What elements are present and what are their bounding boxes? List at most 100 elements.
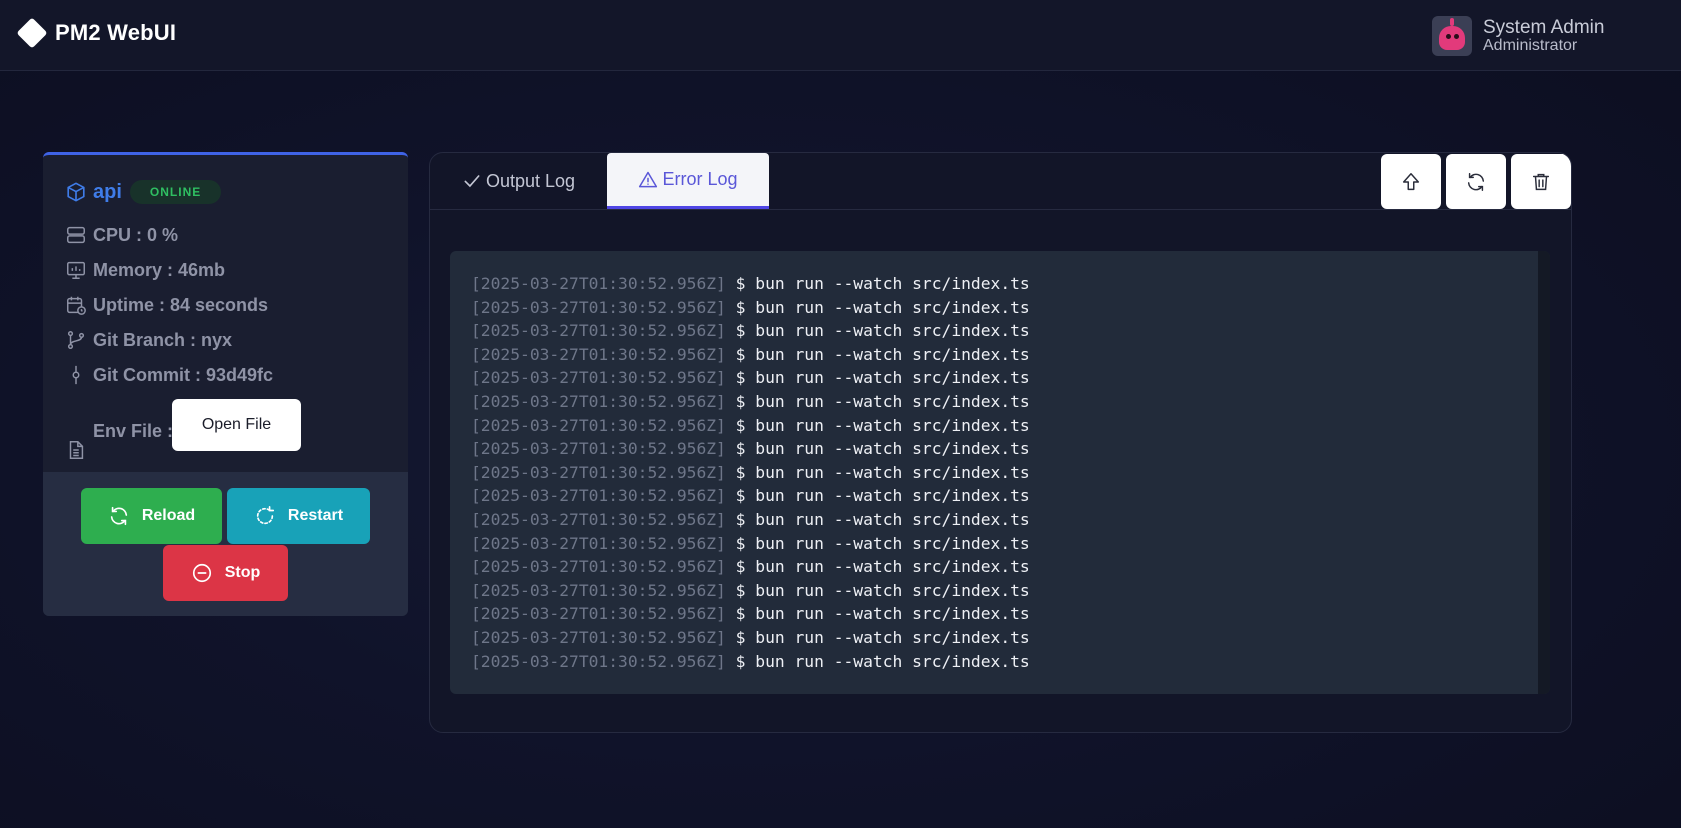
refresh-icon — [1467, 172, 1485, 191]
user-menu[interactable]: System Admin Administrator — [1432, 16, 1604, 56]
scroll-top-button[interactable] — [1381, 154, 1441, 209]
log-timestamp: [2025-03-27T01:30:52.956Z] — [471, 439, 726, 459]
uptime-stat: Uptime : 84 seconds — [65, 294, 268, 316]
user-role: Administrator — [1483, 37, 1578, 54]
log-timestamp: [2025-03-27T01:30:52.956Z] — [471, 627, 726, 647]
logo-icon — [16, 17, 48, 49]
log-command: $ bun run --watch src/index.ts — [735, 627, 1030, 647]
log-scrollbar[interactable] — [1538, 251, 1550, 694]
log-line: [2025-03-27T01:30:52.956Z] $ bun run --w… — [471, 650, 1030, 674]
git-branch-icon — [67, 331, 85, 349]
log-command: $ bun run --watch src/index.ts — [735, 462, 1030, 482]
log-timestamp: [2025-03-27T01:30:52.956Z] — [471, 297, 726, 317]
restart-icon — [256, 506, 274, 525]
log-command: $ bun run --watch src/index.ts — [735, 557, 1030, 577]
log-command: $ bun run --watch src/index.ts — [735, 344, 1030, 364]
clear-logs-button[interactable] — [1511, 154, 1571, 209]
avatar-eye-right — [1454, 34, 1459, 39]
git-branch-label: Git Branch : nyx — [93, 329, 233, 350]
log-command: $ bun run --watch src/index.ts — [735, 368, 1030, 388]
tab-output-label: Output Log — [486, 170, 576, 191]
log-command: $ bun run --watch src/index.ts — [735, 604, 1030, 624]
monitor-icon — [67, 261, 85, 279]
log-timestamp: [2025-03-27T01:30:52.956Z] — [471, 604, 726, 624]
log-command: $ bun run --watch src/index.ts — [735, 580, 1030, 600]
log-timestamp: [2025-03-27T01:30:52.956Z] — [471, 391, 726, 411]
log-timestamp: [2025-03-27T01:30:52.956Z] — [471, 580, 726, 600]
log-line: [2025-03-27T01:30:52.956Z] $ bun run --w… — [471, 555, 1030, 579]
app-title: PM2 WebUI — [55, 20, 177, 45]
cpu-label: CPU : 0 % — [93, 224, 179, 245]
env-file-stat: Env File : — [65, 411, 173, 461]
log-line: [2025-03-27T01:30:52.956Z] $ bun run --w… — [471, 319, 1030, 343]
log-command: $ bun run --watch src/index.ts — [735, 509, 1030, 529]
reload-button[interactable]: Reload — [81, 488, 222, 544]
log-line: [2025-03-27T01:30:52.956Z] $ bun run --w… — [471, 461, 1030, 485]
git-branch-stat: Git Branch : nyx — [65, 329, 232, 351]
cpu-stat: CPU : 0 % — [65, 224, 178, 246]
log-timestamp: [2025-03-27T01:30:52.956Z] — [471, 509, 726, 529]
log-command: $ bun run --watch src/index.ts — [735, 439, 1030, 459]
log-panel: Output Log Error Log [2025-03-27T01:30:5… — [429, 152, 1572, 733]
log-command: $ bun run --watch src/index.ts — [735, 297, 1030, 317]
tab-error-label: Error Log — [662, 169, 738, 189]
log-line: [2025-03-27T01:30:52.956Z] $ bun run --w… — [471, 272, 1030, 296]
stop-button[interactable]: Stop — [163, 545, 288, 601]
log-line: [2025-03-27T01:30:52.956Z] $ bun run --w… — [471, 437, 1030, 461]
log-timestamp: [2025-03-27T01:30:52.956Z] — [471, 462, 726, 482]
log-command: $ bun run --watch src/index.ts — [735, 533, 1030, 553]
log-command: $ bun run --watch src/index.ts — [735, 274, 1030, 293]
status-badge: ONLINE — [129, 180, 222, 204]
restart-label: Restart — [287, 507, 344, 524]
tab-error-log[interactable]: Error Log — [607, 153, 769, 209]
log-command: $ bun run --watch src/index.ts — [735, 415, 1030, 435]
log-timestamp: [2025-03-27T01:30:52.956Z] — [471, 344, 726, 364]
refresh-logs-button[interactable] — [1446, 154, 1506, 209]
check-icon — [464, 175, 480, 188]
log-line: [2025-03-27T01:30:52.956Z] $ bun run --w… — [471, 508, 1030, 532]
user-name: System Admin — [1483, 17, 1605, 38]
log-timestamp: [2025-03-27T01:30:52.956Z] — [471, 533, 726, 553]
log-line: [2025-03-27T01:30:52.956Z] $ bun run --w… — [471, 626, 1030, 650]
cube-icon — [67, 182, 85, 202]
restart-button[interactable]: Restart — [227, 488, 370, 544]
log-timestamp: [2025-03-27T01:30:52.956Z] — [471, 557, 726, 577]
avatar-antenna — [1450, 18, 1454, 26]
git-commit-icon — [72, 365, 80, 385]
log-command: $ bun run --watch src/index.ts — [735, 651, 1030, 671]
avatar[interactable] — [1432, 16, 1472, 56]
avatar-eye-left — [1446, 34, 1451, 39]
process-actions: Reload Restart Stop — [43, 472, 408, 616]
open-file-button[interactable]: Open File — [172, 399, 301, 451]
log-tabs: Output Log Error Log — [430, 153, 1571, 210]
log-timestamp: [2025-03-27T01:30:52.956Z] — [471, 368, 726, 388]
log-line: [2025-03-27T01:30:52.956Z] $ bun run --w… — [471, 532, 1030, 556]
tab-output-log[interactable]: Output Log — [462, 153, 575, 209]
log-timestamp: [2025-03-27T01:30:52.956Z] — [471, 321, 726, 341]
uptime-label: Uptime : 84 seconds — [93, 294, 269, 315]
log-timestamp: [2025-03-27T01:30:52.956Z] — [471, 415, 726, 435]
log-line: [2025-03-27T01:30:52.956Z] $ bun run --w… — [471, 366, 1030, 390]
process-header: api ONLINE — [65, 180, 222, 204]
calendar-clock-icon — [67, 296, 86, 315]
brand[interactable]: PM2 WebUI — [16, 17, 177, 49]
log-lines: [2025-03-27T01:30:52.956Z] $ bun run --w… — [471, 272, 1030, 673]
env-file-label: Env File : — [93, 420, 174, 441]
log-line: [2025-03-27T01:30:52.956Z] $ bun run --w… — [471, 390, 1030, 414]
process-name: api — [93, 180, 122, 203]
top-navbar: PM2 WebUI System Admin Administrator — [0, 0, 1681, 71]
log-line: [2025-03-27T01:30:52.956Z] $ bun run --w… — [471, 602, 1030, 626]
log-line: [2025-03-27T01:30:52.956Z] $ bun run --w… — [471, 343, 1030, 367]
reload-label: Reload — [141, 507, 196, 524]
user-info: System Admin Administrator — [1483, 18, 1604, 54]
log-line: [2025-03-27T01:30:52.956Z] $ bun run --w… — [471, 414, 1030, 438]
log-command: $ bun run --watch src/index.ts — [735, 486, 1030, 506]
log-command: $ bun run --watch src/index.ts — [735, 391, 1030, 411]
log-line: [2025-03-27T01:30:52.956Z] $ bun run --w… — [471, 579, 1030, 603]
git-commit-stat: Git Commit : 93d49fc — [65, 364, 273, 386]
memory-stat: Memory : 46mb — [65, 259, 225, 281]
log-output[interactable]: [2025-03-27T01:30:52.956Z] $ bun run --w… — [450, 251, 1550, 694]
log-line: [2025-03-27T01:30:52.956Z] $ bun run --w… — [471, 296, 1030, 320]
log-timestamp: [2025-03-27T01:30:52.956Z] — [471, 274, 726, 293]
process-card: api ONLINE CPU : 0 % Memory : 46mb Uptim… — [43, 152, 408, 616]
